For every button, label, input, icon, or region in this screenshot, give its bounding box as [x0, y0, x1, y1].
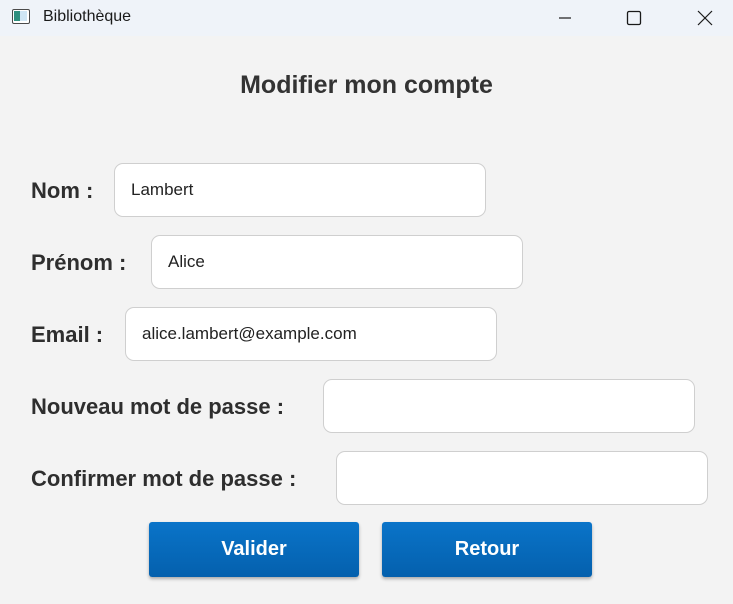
- page-title: Modifier mon compte: [240, 71, 493, 99]
- confirm-password-field[interactable]: [336, 451, 708, 505]
- maximize-button[interactable]: [611, 0, 657, 36]
- new-password-field[interactable]: [323, 379, 695, 433]
- minimize-button[interactable]: [542, 0, 588, 36]
- nom-field[interactable]: [114, 163, 486, 217]
- close-button[interactable]: [682, 0, 728, 36]
- email-field[interactable]: [125, 307, 497, 361]
- new-password-label: Nouveau mot de passe :: [31, 394, 285, 419]
- back-button[interactable]: Retour: [382, 522, 592, 577]
- window-title: Bibliothèque: [43, 8, 132, 25]
- confirm-password-label: Confirmer mot de passe :: [31, 466, 297, 491]
- app-icon: [12, 9, 30, 24]
- validate-button[interactable]: Valider: [149, 522, 359, 577]
- prenom-field[interactable]: [151, 235, 523, 289]
- nom-label: Nom :: [31, 178, 94, 203]
- email-label: Email :: [31, 322, 104, 347]
- close-icon: [697, 10, 713, 26]
- maximize-icon: [626, 10, 642, 26]
- title-bar: Bibliothèque: [0, 0, 733, 36]
- prenom-label: Prénom :: [31, 250, 127, 275]
- minimize-icon: [559, 17, 571, 19]
